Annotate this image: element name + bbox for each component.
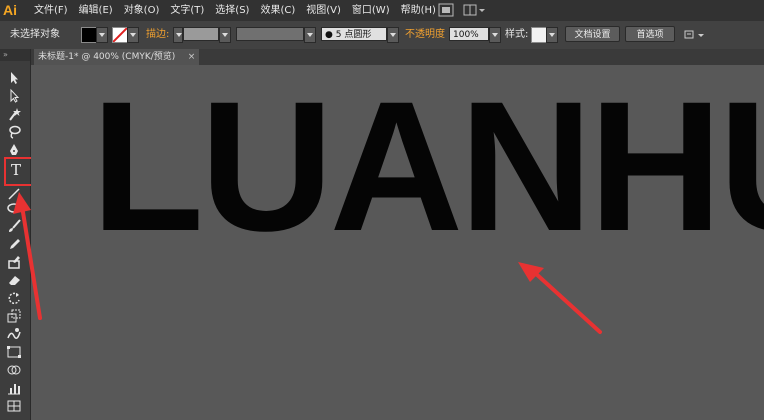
menu-object[interactable]: 对象(O)	[124, 0, 166, 21]
arrange-panel-icon[interactable]	[684, 28, 706, 42]
brush-name: 点圆形	[344, 30, 372, 40]
graphic-style-swatch[interactable]	[531, 27, 547, 43]
stroke-swatch[interactable]	[112, 27, 128, 43]
menu-edit[interactable]: 编辑(E)	[79, 0, 119, 21]
opacity-field[interactable]: 100%	[449, 27, 489, 41]
variable-width-dropdown[interactable]	[304, 27, 316, 43]
shape-builder-tool-icon[interactable]	[5, 362, 23, 378]
menu-window[interactable]: 窗口(W)	[352, 0, 396, 21]
stroke-weight-field[interactable]	[183, 27, 219, 41]
warp-tool-icon[interactable]	[5, 326, 23, 342]
opacity-label[interactable]: 不透明度	[405, 21, 445, 49]
stroke-dropdown[interactable]	[127, 27, 139, 43]
app-logo: Ai	[3, 2, 17, 18]
brush-size: 5	[335, 30, 342, 40]
lasso-tool-icon[interactable]	[5, 124, 23, 140]
artboard-canvas[interactable]: LUANHU	[31, 65, 764, 420]
blob-brush-tool-icon[interactable]	[5, 254, 23, 270]
eraser-tool-icon[interactable]	[5, 272, 23, 288]
stroke-label[interactable]: 描边:	[146, 21, 169, 49]
control-bar: 未选择对象 描边: ● 5 点圆形 不透明度 100% 样式: 文档设置 首选项	[0, 21, 764, 50]
document-tab-title: 未标题-1* @ 400% (CMYK/预览)	[38, 52, 176, 62]
document-setup-button[interactable]: 文档设置	[565, 26, 620, 42]
document-tab[interactable]: 未标题-1* @ 400% (CMYK/预览) ×	[34, 49, 200, 65]
graphic-style-dropdown[interactable]	[546, 27, 558, 43]
brush-definition-field[interactable]: ● 5 点圆形	[321, 27, 387, 41]
ellipse-tool-icon[interactable]	[5, 200, 23, 216]
menu-effect[interactable]: 效果(C)	[260, 0, 301, 21]
close-icon[interactable]: ×	[188, 49, 196, 65]
pencil-tool-icon[interactable]	[5, 236, 23, 252]
magic-wand-icon[interactable]	[5, 106, 23, 122]
paintbrush-tool-icon[interactable]	[5, 218, 23, 234]
arrange-documents-icon[interactable]	[463, 3, 487, 17]
menu-file[interactable]: 文件(F)	[34, 0, 74, 21]
variable-width-profile[interactable]	[236, 27, 304, 41]
scale-tool-icon[interactable]	[5, 308, 23, 324]
selection-tool-icon[interactable]	[5, 70, 23, 86]
free-transform-tool-icon[interactable]	[5, 344, 23, 360]
column-graph-tool-icon[interactable]	[5, 380, 23, 396]
menu-help[interactable]: 帮助(H)	[401, 0, 442, 21]
tools-panel-grip[interactable]: »	[0, 49, 30, 61]
menu-type[interactable]: 文字(T)	[170, 0, 210, 21]
bridge-icon[interactable]	[438, 3, 454, 17]
mesh-tool-icon[interactable]	[5, 398, 23, 414]
menu-bar: Ai 文件(F) 编辑(E) 对象(O) 文字(T) 选择(S) 效果(C) 视…	[0, 0, 764, 21]
pen-tool-icon[interactable]	[5, 142, 23, 158]
fill-dropdown[interactable]	[96, 27, 108, 43]
opacity-dropdown[interactable]	[489, 27, 501, 43]
preferences-button[interactable]: 首选项	[625, 26, 675, 42]
style-label: 样式:	[505, 29, 529, 40]
rotate-tool-icon[interactable]	[5, 290, 23, 306]
selection-status: 未选择对象	[10, 29, 60, 40]
menu-view[interactable]: 视图(V)	[306, 0, 347, 21]
stroke-weight-dropdown[interactable]	[219, 27, 231, 43]
menu-select[interactable]: 选择(S)	[215, 0, 255, 21]
menu-items: 文件(F) 编辑(E) 对象(O) 文字(T) 选择(S) 效果(C) 视图(V…	[34, 0, 447, 21]
stroke-weight-stepper[interactable]	[173, 27, 183, 43]
direct-selection-tool-icon[interactable]	[5, 88, 23, 104]
brush-dot-icon: ●	[325, 30, 333, 40]
canvas-text-object[interactable]: LUANHU	[91, 75, 764, 260]
fill-swatch[interactable]	[81, 27, 97, 43]
type-tool-icon[interactable]: T	[11, 161, 21, 179]
document-tab-bar: 未标题-1* @ 400% (CMYK/预览) ×	[30, 49, 764, 65]
brush-definition-dropdown[interactable]	[387, 27, 399, 43]
